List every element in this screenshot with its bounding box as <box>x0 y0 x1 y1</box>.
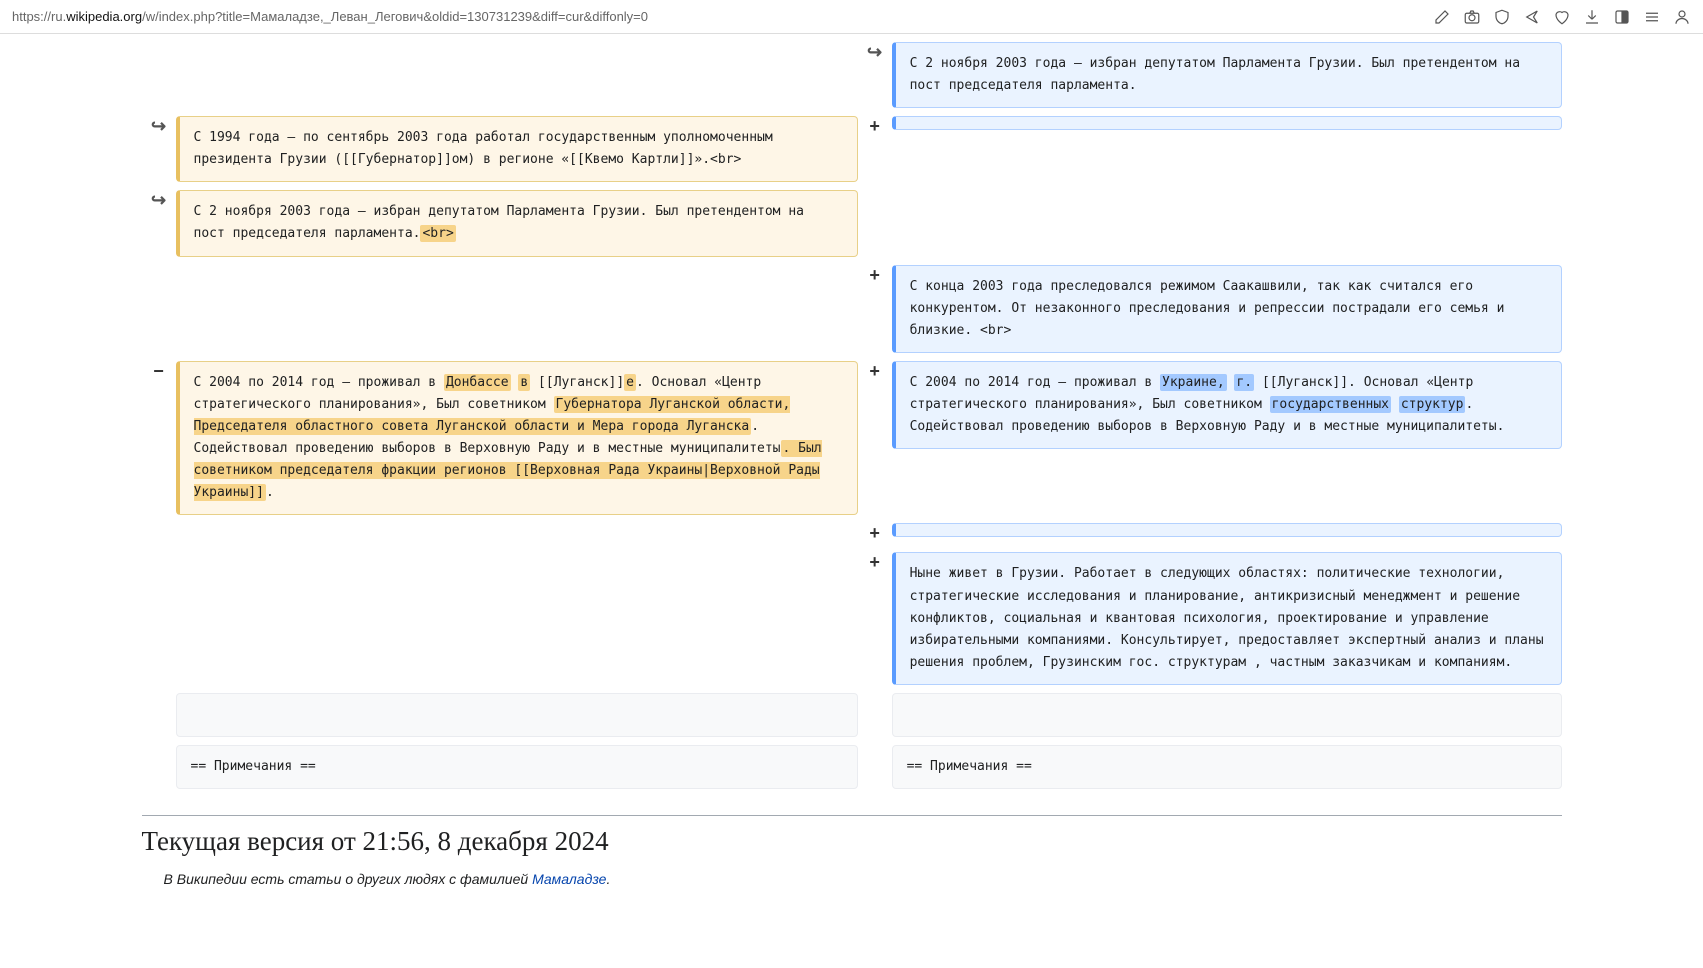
hatnote-link[interactable]: Мамаладзе <box>532 871 606 887</box>
section-divider <box>142 815 1562 816</box>
move-arrow-icon: ↪ <box>151 190 166 210</box>
url-text: https://ru.wikipedia.org/w/index.php?tit… <box>12 9 1433 24</box>
diff-highlight-added: структур <box>1399 396 1466 413</box>
diff-row <box>142 693 1562 737</box>
diff-deleted-paragraph: С 2004 по 2014 год — проживал в Донбассе… <box>176 361 858 516</box>
diff-highlight-removed: <br> <box>420 225 455 242</box>
contrast-icon[interactable] <box>1613 8 1631 26</box>
page-content: ↪ С 2 ноября 2003 года — избран депутато… <box>122 34 1582 887</box>
diff-moved-paragraph: С 1994 года — по сентябрь 2003 года рабо… <box>176 116 858 182</box>
diff-context-line <box>176 693 858 737</box>
diff-highlight-added: Украине, <box>1160 374 1227 391</box>
diff-moved-paragraph: С 2 ноября 2003 года — избран депутатом … <box>176 190 858 256</box>
diff-text: [[Луганск]] <box>530 375 624 390</box>
diff-context-line: == Примечания == <box>176 745 858 789</box>
diff-context-line <box>892 693 1562 737</box>
diff-added-empty <box>892 523 1562 537</box>
menu-icon[interactable] <box>1643 8 1661 26</box>
download-icon[interactable] <box>1583 8 1601 26</box>
diff-highlight-removed: в <box>518 374 530 391</box>
move-arrow-icon: ↪ <box>867 42 882 62</box>
diff-added-paragraph: Ныне живет в Грузии. Работает в следующи… <box>892 552 1562 684</box>
diff-added-empty <box>892 116 1562 130</box>
url-path: /w/index.php?title=Мамаладзе,_Леван_Лего… <box>142 9 648 24</box>
diff-text: С 2 ноября 2003 года — избран депутатом … <box>194 204 804 241</box>
edit-icon[interactable] <box>1433 8 1451 26</box>
diff-highlight-removed: Донбассе <box>444 374 511 391</box>
diff-highlight-added: г. <box>1234 374 1254 391</box>
diff-row: + С конца 2003 года преследовался режимо… <box>142 265 1562 353</box>
diff-moved-paragraph: С 2 ноября 2003 года — избран депутатом … <box>892 42 1562 108</box>
plus-marker: + <box>869 116 880 136</box>
url-prefix: https://ru. <box>12 9 66 24</box>
diff-added-paragraph: С 2004 по 2014 год — проживал в Украине,… <box>892 361 1562 449</box>
diff-row: == Примечания == == Примечания == <box>142 745 1562 789</box>
diff-context-line: == Примечания == <box>892 745 1562 789</box>
current-version-heading: Текущая версия от 21:56, 8 декабря 2024 <box>142 826 1562 857</box>
shield-icon[interactable] <box>1493 8 1511 26</box>
diff-row: ↪ С 2 ноября 2003 года — избран депутато… <box>142 190 1562 256</box>
diff-row: ↪ С 1994 года — по сентябрь 2003 года ра… <box>142 116 1562 182</box>
diff-text: . <box>266 485 274 500</box>
diff-text: С 2004 по 2014 год — проживал в <box>194 375 444 390</box>
url-domain: wikipedia.org <box>66 9 142 24</box>
heart-icon[interactable] <box>1553 8 1571 26</box>
send-icon[interactable] <box>1523 8 1541 26</box>
hatnote-text: В Википедии есть статьи о других людях с… <box>164 871 533 887</box>
diff-table: ↪ С 2 ноября 2003 года — избран депутато… <box>142 34 1562 797</box>
account-icon[interactable] <box>1673 8 1691 26</box>
move-arrow-icon: ↪ <box>151 116 166 136</box>
diff-row: + <box>142 523 1562 544</box>
diff-highlight-added: государственных <box>1270 396 1391 413</box>
plus-marker: + <box>869 265 880 285</box>
diff-text: С 2004 по 2014 год — проживал в <box>910 375 1160 390</box>
plus-marker: + <box>869 361 880 381</box>
diff-row: + Ныне живет в Грузии. Работает в следую… <box>142 552 1562 684</box>
toolbar-icons <box>1433 8 1691 26</box>
camera-icon[interactable] <box>1463 8 1481 26</box>
minus-marker: − <box>153 361 164 381</box>
diff-row: − С 2004 по 2014 год — проживал в Донбас… <box>142 361 1562 516</box>
plus-marker: + <box>869 552 880 572</box>
browser-url-bar[interactable]: https://ru.wikipedia.org/w/index.php?tit… <box>0 0 1703 34</box>
diff-row: ↪ С 2 ноября 2003 года — избран депутато… <box>142 42 1562 108</box>
diff-added-paragraph: С конца 2003 года преследовался режимом … <box>892 265 1562 353</box>
hatnote: В Википедии есть статьи о других людях с… <box>142 871 1562 887</box>
hatnote-text: . <box>606 871 610 887</box>
plus-marker: + <box>869 523 880 543</box>
diff-highlight-removed: е <box>624 374 636 391</box>
diff-text <box>1391 397 1399 412</box>
